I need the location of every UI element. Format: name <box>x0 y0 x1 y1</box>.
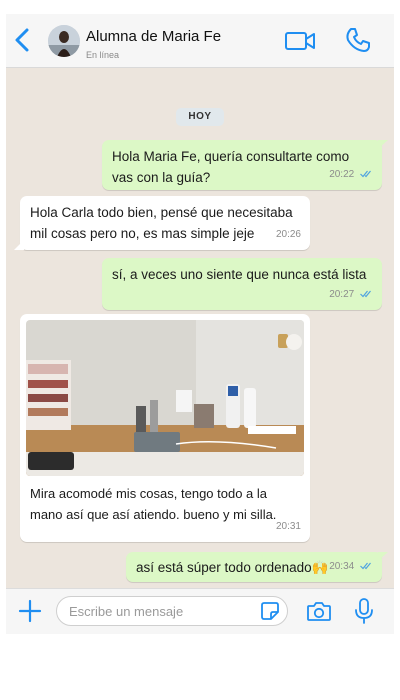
message-list[interactable]: HOY Hola Maria Fe, quería consultarte co… <box>6 68 394 588</box>
message-composer: Escribe un mensaje <box>6 588 394 634</box>
message-time: 20:26 <box>275 229 301 240</box>
video-camera-icon[interactable] <box>284 30 316 52</box>
contact-avatar[interactable] <box>48 25 80 57</box>
image-message-bubble[interactable]: Mira acomodé mis cosas, tengo todo a la … <box>20 314 310 542</box>
chat-header: Alumna de Maria Fe En línea <box>6 14 394 68</box>
back-chevron-icon[interactable] <box>12 27 34 53</box>
message-time: 20:22 <box>329 169 355 180</box>
message-bubble-outgoing[interactable]: Hola Maria Fe, quería consultarte como v… <box>102 140 388 190</box>
double-check-icon <box>360 290 371 298</box>
message-time: 20:27 <box>329 289 355 300</box>
message-photo[interactable] <box>26 320 304 476</box>
message-meta: 20:22 <box>329 164 373 185</box>
phone-icon[interactable] <box>344 26 372 54</box>
message-time: 20:31 <box>275 521 301 532</box>
double-check-icon <box>360 170 371 178</box>
date-chip: HOY <box>176 108 224 126</box>
bubble-tail <box>378 552 388 561</box>
bubble-tail <box>378 140 388 149</box>
contact-status: En línea <box>86 50 120 60</box>
contact-name[interactable]: Alumna de Maria Fe <box>86 28 221 45</box>
plus-icon[interactable] <box>18 599 42 623</box>
message-text: sí, a veces uno siente que nunca está li… <box>112 267 367 282</box>
message-meta: 20:27 <box>329 284 373 305</box>
message-input[interactable]: Escribe un mensaje <box>56 596 288 626</box>
chat-screen: Alumna de Maria Fe En línea HOY Hola Mar… <box>6 14 394 634</box>
avatar-photo <box>48 25 80 57</box>
message-meta: 20:34 <box>329 556 373 577</box>
message-bubble-outgoing[interactable]: sí, a veces uno siente que nunca está li… <box>102 258 382 310</box>
microphone-icon[interactable] <box>354 597 374 625</box>
photo-caption: Mira acomodé mis cosas, tengo todo a la … <box>30 486 277 522</box>
message-time: 20:34 <box>329 561 355 572</box>
message-input-placeholder: Escribe un mensaje <box>69 604 184 619</box>
message-text: Hola Carla todo bien, pensé que necesita… <box>30 205 293 241</box>
bubble-tail <box>14 240 24 250</box>
message-bubble-outgoing[interactable]: así está súper todo ordenado🙌 20:34 <box>126 552 388 582</box>
double-check-icon <box>360 562 371 570</box>
desk-photo <box>26 320 304 476</box>
message-bubble-incoming[interactable]: Hola Carla todo bien, pensé que necesita… <box>14 196 310 250</box>
camera-icon[interactable] <box>306 599 332 623</box>
sticker-icon[interactable] <box>260 601 280 621</box>
